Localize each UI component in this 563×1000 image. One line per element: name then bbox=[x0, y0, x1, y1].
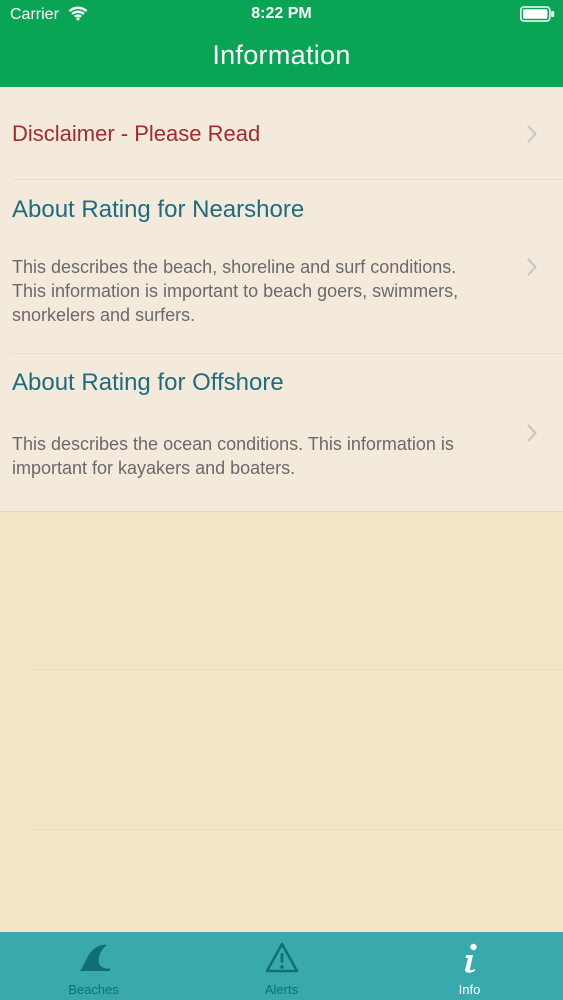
row-title: About Rating for Offshore bbox=[12, 369, 284, 396]
chevron-right-icon bbox=[527, 258, 537, 276]
tab-alerts[interactable]: Alerts bbox=[188, 932, 375, 1000]
warning-icon bbox=[265, 942, 298, 973]
tab-info[interactable]: Info bbox=[376, 932, 563, 1000]
row-title: About Rating for Nearshore bbox=[12, 196, 305, 223]
wave-icon bbox=[79, 944, 110, 971]
separator-line bbox=[28, 829, 563, 830]
row-description: This describes the beach, shoreline and … bbox=[12, 257, 459, 325]
row-description: This describes the ocean conditions. Thi… bbox=[12, 434, 454, 478]
page-title: Information bbox=[212, 40, 351, 70]
offshore-rating-row[interactable]: About Rating for Offshore This describes… bbox=[0, 354, 563, 511]
row-title: Disclaimer - Please Read bbox=[12, 121, 261, 146]
info-icon bbox=[464, 943, 477, 973]
empty-table-area bbox=[0, 511, 563, 932]
navigation-header: Carrier 8:22 PM Information bbox=[0, 0, 563, 87]
separator-line bbox=[28, 669, 563, 670]
tab-label: Beaches bbox=[68, 982, 119, 997]
disclaimer-row[interactable]: Disclaimer - Please Read bbox=[0, 87, 563, 180]
status-bar: Carrier 8:22 PM bbox=[0, 0, 563, 30]
tab-beaches[interactable]: Beaches bbox=[0, 932, 187, 1000]
battery-icon bbox=[520, 6, 555, 22]
chevron-right-icon bbox=[527, 125, 537, 143]
chevron-right-icon bbox=[527, 424, 537, 442]
tab-bar: Beaches Alerts Info bbox=[0, 932, 563, 1000]
information-list: Disclaimer - Please Read About Rating fo… bbox=[0, 87, 563, 511]
clock-time: 8:22 PM bbox=[251, 5, 312, 22]
nearshore-rating-row[interactable]: About Rating for Nearshore This describe… bbox=[0, 180, 563, 354]
tab-label: Alerts bbox=[264, 982, 299, 997]
tab-label: Info bbox=[458, 982, 481, 997]
